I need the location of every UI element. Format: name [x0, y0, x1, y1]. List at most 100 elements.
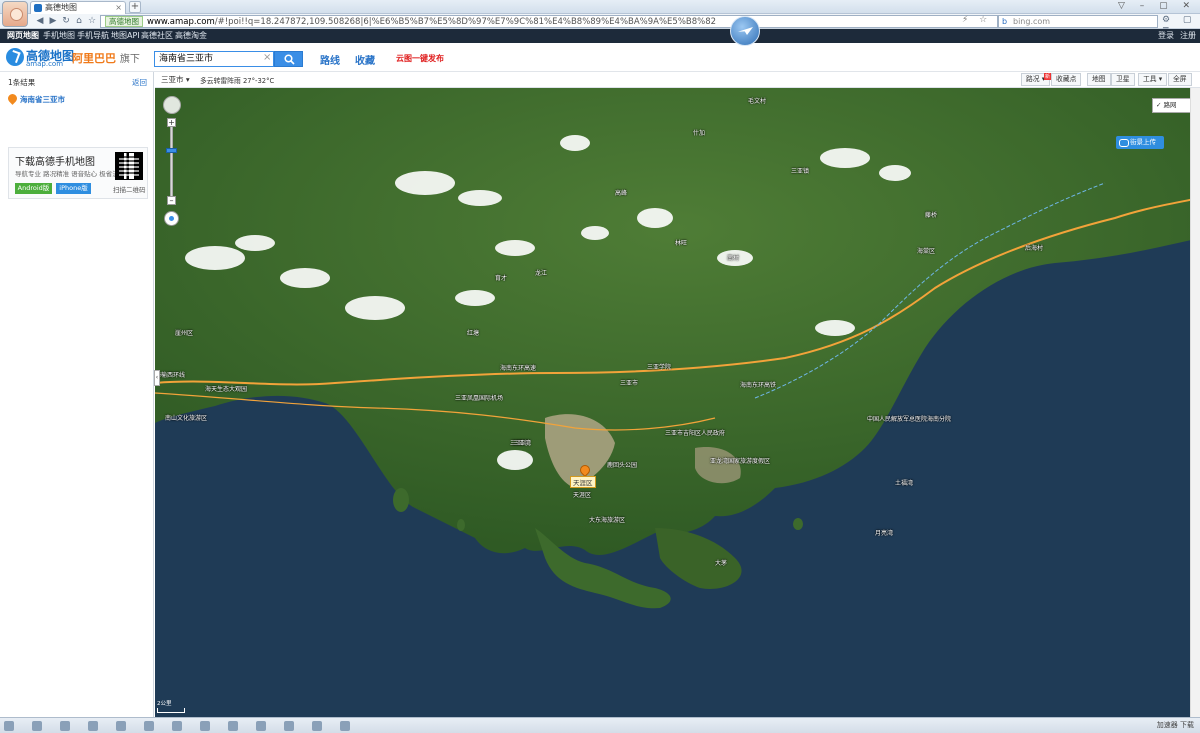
user-avatar[interactable]	[2, 1, 28, 27]
browser-status-bar: 加速器 下载	[0, 717, 1200, 733]
qr-caption: 扫描二维码	[113, 186, 146, 194]
fullscreen-button[interactable]: 全屏	[1168, 73, 1192, 86]
route-link[interactable]: 路线	[320, 52, 340, 67]
map-place-label: 林旺	[675, 240, 688, 247]
page-scrollbar[interactable]	[1190, 88, 1200, 717]
browser-tab[interactable]: 高德地图 ×	[30, 1, 126, 14]
download-title: 下载高德手机地图	[15, 157, 95, 168]
url-input[interactable]: 高德地图 www.amap.com/#!poi!!q=18.247872,109.…	[100, 15, 998, 28]
alibaba-name: 阿里巴巴	[72, 52, 116, 65]
map-place-label: 中国人民解放军总医院海南分院	[867, 416, 952, 423]
map-place-label: 海南东环高铁	[740, 382, 777, 389]
scale-text: 2公里	[157, 701, 172, 707]
nav-taojin[interactable]: 高德淘金	[175, 29, 207, 43]
island	[793, 518, 803, 530]
zoom-slider-handle[interactable]	[166, 148, 177, 153]
qr-code-icon	[115, 152, 143, 180]
address-bar: ◀ ▶ ↻ ⌂ ☆ 高德地图 www.amap.com/#!poi!!q=18.2…	[0, 14, 1200, 35]
amap-logo-icon[interactable]	[6, 48, 24, 66]
back-icon[interactable]: ◀	[34, 15, 46, 27]
status-right-text[interactable]: 加速器 下载	[1157, 720, 1194, 730]
url-domain: www.amap.com	[147, 17, 215, 27]
zoom-slider-track[interactable]	[170, 122, 173, 202]
cloud-publish-link[interactable]: 云图一键发布	[396, 53, 444, 64]
home-icon[interactable]: ⌂	[73, 15, 85, 27]
map-toolbar: 三亚市 ▾ 多云转雷阵雨 27°-32°C 路况 ▾ 新 收藏点 地图 卫星 工…	[155, 72, 1200, 88]
satellite-view-button[interactable]: 卫星	[1111, 73, 1135, 86]
map-place-label: 什加	[693, 130, 706, 137]
map-place-label: 大东海旅游区	[589, 517, 626, 524]
browser-window: 高德地图 × + ▽ – ▢ ✕ ◀ ▶ ↻ ⌂ ☆ 高德地图 www.amap.…	[0, 0, 1200, 733]
map-view-button[interactable]: 地图	[1087, 73, 1111, 86]
road-network-label: 路网	[1163, 101, 1177, 109]
city-name: 三亚市	[161, 75, 184, 84]
map-place-label: 亚龙湾国家旅游度假区	[710, 458, 771, 465]
left-result-panel: 1条结果 返回 海南省三亚市 下载高德手机地图 导航专业 路况精准 语音贴心 极…	[0, 72, 154, 717]
close-tab-icon[interactable]: ×	[115, 2, 122, 14]
new-badge: 新	[1044, 73, 1052, 80]
scale-bar	[157, 708, 185, 713]
window-controls[interactable]: ▽ – ▢ ✕	[1118, 1, 1196, 11]
road-network-toggle[interactable]: ✓ 路网	[1152, 98, 1192, 113]
refresh-icon[interactable]: ↻	[60, 15, 72, 27]
map-place-label: 三亚凤凰国际机场	[455, 395, 504, 402]
place-search-input[interactable]: 海南省三亚市	[154, 51, 274, 67]
amap-favicon-icon	[34, 4, 42, 12]
map-place-label: 高峰	[615, 190, 628, 197]
download-subtitle: 导航专业 路况精准 语音贴心 极省流量	[15, 170, 126, 178]
forward-icon[interactable]: ▶	[47, 15, 59, 27]
map-place-label: 海天生态大观园	[205, 386, 248, 393]
register-link[interactable]: 注册	[1180, 29, 1196, 43]
pan-control[interactable]	[163, 96, 181, 114]
panorama-upload-button[interactable]: 街景上传	[1116, 136, 1164, 149]
bookmark-icon[interactable]: ☆	[86, 15, 98, 27]
nav-mobile-navigation[interactable]: 手机导航	[77, 29, 109, 43]
island	[393, 488, 409, 512]
site-badge: 高德地图	[105, 16, 143, 27]
new-tab-button[interactable]: +	[129, 1, 141, 13]
nav-web-map[interactable]: 网页地图	[7, 29, 39, 43]
map-place-label: 三亚湾	[513, 440, 532, 447]
alibaba-suffix: 旗下	[119, 54, 140, 65]
map-place-label: 三亚市吉阳区人民政府	[665, 430, 726, 437]
logo-domain: amap.com	[26, 60, 64, 68]
map-place-label: 海南东环高速	[500, 365, 537, 372]
map-place-label: 毛文村	[748, 98, 767, 105]
map-place-label: 后海村	[1025, 245, 1044, 252]
result-item-name[interactable]: 海南省三亚市	[20, 94, 65, 105]
weather-info: 多云转雷阵雨 27°-32°C	[200, 77, 275, 85]
zoom-in-button[interactable]: +	[167, 118, 176, 127]
nav-community[interactable]: 高德社区	[141, 29, 173, 43]
map-place-label: 天涯区	[573, 492, 592, 499]
marker-label[interactable]: 天涯区	[570, 476, 596, 488]
site-header: 高德地图 amap.com 阿里巴巴 旗下 海南省三亚市 × 路线 收藏 云图一…	[0, 43, 1200, 72]
back-link[interactable]: 返回	[132, 77, 147, 88]
nav-map-api[interactable]: 地图API	[111, 29, 140, 43]
traffic-label: 路况	[1026, 75, 1040, 83]
map-place-label: 南村	[727, 255, 740, 262]
map-place-label: 大茅	[715, 560, 728, 567]
app-download-card: 下载高德手机地图 导航专业 路况精准 语音贴心 极省流量 Android版 iP…	[8, 147, 148, 199]
zoom-out-button[interactable]: –	[167, 196, 176, 205]
map-place-label: 三亚学院	[647, 364, 672, 371]
favorites-link[interactable]: 收藏	[355, 52, 375, 67]
map-place-label: 育才	[495, 275, 508, 282]
login-link[interactable]: 登录	[1158, 29, 1174, 43]
iphone-download-button[interactable]: iPhone版	[56, 183, 91, 194]
alibaba-brand: 阿里巴巴 旗下	[72, 50, 140, 66]
tools-button[interactable]: 工具 ▾	[1138, 73, 1168, 86]
android-download-button[interactable]: Android版	[15, 183, 52, 194]
saved-points-button[interactable]: 收藏点	[1051, 73, 1082, 86]
search-button[interactable]	[274, 51, 303, 67]
collapse-panel-button[interactable]: ‹	[154, 370, 160, 386]
taskbar-icons[interactable]	[4, 721, 368, 733]
browser-search-input[interactable]: b bing.com	[998, 15, 1158, 28]
locate-me-button[interactable]	[164, 211, 179, 226]
city-selector[interactable]: 三亚市 ▾	[161, 74, 190, 85]
map-place-label: 三亚市	[620, 380, 639, 387]
nav-mobile-map[interactable]: 手机地图	[43, 29, 75, 43]
clear-search-icon[interactable]: ×	[263, 52, 271, 63]
satellite-map[interactable]: + – ✓ 路网 街景上传 毛文村 什加 三亚镇 海棠区 天涯区 崖州区 三亚市…	[155, 88, 1200, 717]
map-place-label: 月亮湾	[875, 530, 894, 537]
location-pin-icon	[6, 92, 19, 105]
